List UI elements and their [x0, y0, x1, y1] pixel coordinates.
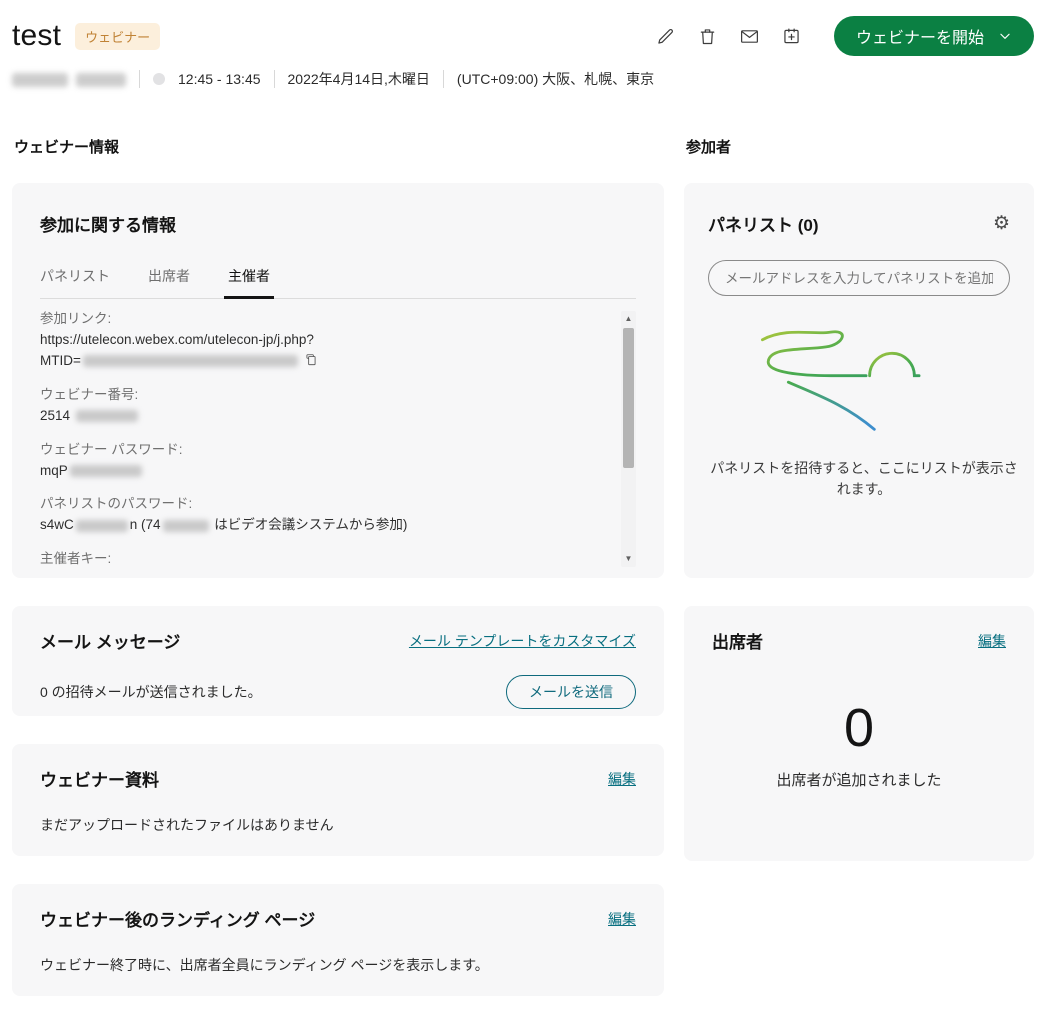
- copy-icon[interactable]: [304, 353, 318, 367]
- divider: [139, 70, 140, 88]
- divider: [443, 70, 444, 88]
- panelist-password-prefix: s4wC: [40, 517, 74, 532]
- page-title: test: [12, 19, 61, 53]
- join-info-card: 参加に関する情報 パネリスト 出席者 主催者 参加リンク: https://ut…: [12, 183, 664, 578]
- landing-edit-link[interactable]: 編集: [608, 909, 636, 929]
- chevron-down-icon: [998, 29, 1012, 43]
- scroll-down-icon[interactable]: ▼: [625, 552, 633, 566]
- send-email-button[interactable]: メールを送信: [506, 675, 636, 709]
- webinar-password-label: ウェビナー パスワード:: [40, 440, 606, 461]
- panelist-card: パネリスト (0) ⚙: [684, 183, 1034, 578]
- panelist-password-value: s4wC n (74 はビデオ会議システムから参加): [40, 515, 606, 536]
- add-to-calendar-button[interactable]: [776, 20, 808, 52]
- header: test ウェビナー: [12, 14, 1034, 58]
- email-card-title: メール メッセージ: [40, 628, 180, 653]
- join-link-field: 参加リンク: https://utelecon.webex.com/utelec…: [40, 309, 606, 372]
- panelist-password-mid: n (74: [130, 517, 161, 532]
- header-actions: ウェビナーを開始: [650, 16, 1034, 56]
- panelist-password-suffix: はビデオ会議システムから参加): [211, 517, 408, 532]
- join-info-content: 参加リンク: https://utelecon.webex.com/utelec…: [40, 309, 636, 570]
- redacted-text: [76, 410, 138, 422]
- redacted-text: [83, 355, 298, 367]
- delete-button[interactable]: [692, 20, 724, 52]
- date: 2022年4月14日,木曜日: [288, 69, 430, 89]
- webinar-password-prefix: mqP: [40, 463, 68, 478]
- edit-button[interactable]: [650, 20, 682, 52]
- landing-description: ウェビナー終了時に、出席者全員にランディング ページを表示します。: [40, 955, 636, 975]
- time-range: 12:45 - 13:45: [178, 71, 261, 87]
- attendee-edit-link[interactable]: 編集: [978, 631, 1006, 651]
- panelist-password-field: パネリストのパスワード: s4wC n (74 はビデオ会議システムから参加): [40, 494, 606, 536]
- materials-edit-link[interactable]: 編集: [608, 769, 636, 789]
- join-info-tabs: パネリスト 出席者 主催者: [40, 266, 636, 299]
- redacted-text: [163, 520, 209, 532]
- panelist-card-title: パネリスト (0): [708, 211, 819, 236]
- envelope-icon: [739, 26, 760, 47]
- trash-icon: [697, 26, 718, 47]
- invitations-sent-text: 0 の招待メールが送信されました。: [40, 682, 262, 702]
- status-dot-icon: [153, 73, 165, 85]
- divider: [274, 70, 275, 88]
- host-key-field: 主催者キー:: [40, 549, 606, 570]
- email-button[interactable]: [734, 20, 766, 52]
- timezone: (UTC+09:00) 大阪、札幌、東京: [457, 69, 654, 89]
- materials-card-title: ウェビナー資料: [40, 766, 159, 791]
- join-info-scroll-area: 参加リンク: https://utelecon.webex.com/utelec…: [40, 309, 636, 571]
- redacted-text: [12, 73, 68, 87]
- panelist-email-input[interactable]: [708, 260, 1010, 296]
- webinar-number-field: ウェビナー番号: 2514: [40, 385, 606, 427]
- customize-template-link[interactable]: メール テンプレートをカスタマイズ: [409, 631, 636, 651]
- webinar-password-field: ウェビナー パスワード: mqP: [40, 440, 606, 482]
- tab-panelist[interactable]: パネリスト: [40, 266, 110, 298]
- gear-icon: ⚙: [993, 213, 1010, 234]
- section-title-participants: 参加者: [686, 136, 1034, 157]
- panelist-password-label: パネリストのパスワード:: [40, 494, 606, 515]
- landing-card-title: ウェビナー後のランディング ページ: [40, 906, 315, 931]
- webinar-number-label: ウェビナー番号:: [40, 385, 606, 406]
- join-link-label: 参加リンク:: [40, 309, 606, 330]
- join-info-title: 参加に関する情報: [40, 211, 636, 236]
- calendar-plus-icon: [781, 26, 802, 47]
- attendee-count: 0: [712, 701, 1006, 755]
- tab-attendee[interactable]: 出席者: [148, 266, 190, 298]
- host-key-label: 主催者キー:: [40, 549, 606, 570]
- webinar-info-column: ウェビナー情報 参加に関する情報 パネリスト 出席者 主催者 参加リンク: ht…: [12, 136, 664, 1024]
- webinar-materials-card: ウェビナー資料 編集 まだアップロードされたファイルはありません: [12, 744, 664, 856]
- attendee-count-caption: 出席者が追加されました: [712, 769, 1006, 790]
- section-title-webinar-info: ウェビナー情報: [14, 136, 664, 157]
- webinar-meta-bar: 12:45 - 13:45 2022年4月14日,木曜日 (UTC+09:00)…: [12, 68, 1034, 90]
- tab-host[interactable]: 主催者: [228, 266, 270, 298]
- webinar-password-value: mqP: [40, 461, 606, 482]
- participants-column: 参加者 パネリスト (0) ⚙: [684, 136, 1034, 889]
- webinar-type-badge: ウェビナー: [75, 23, 160, 50]
- post-webinar-landing-card: ウェビナー後のランディング ページ 編集 ウェビナー終了時に、出席者全員にランデ…: [12, 884, 664, 996]
- attendee-card-title: 出席者: [712, 628, 763, 653]
- join-link-mtid-prefix: MTID=: [40, 353, 81, 368]
- attendee-card: 出席者 編集 0 出席者が追加されました: [684, 606, 1034, 861]
- redacted-text: [76, 520, 128, 532]
- scroll-up-icon[interactable]: ▲: [625, 312, 633, 326]
- redacted-text: [76, 73, 126, 87]
- join-link-value: https://utelecon.webex.com/utelecon-jp/j…: [40, 330, 606, 372]
- panelist-settings-button[interactable]: ⚙: [993, 214, 1010, 233]
- pencil-icon: [655, 26, 676, 47]
- join-link-url: https://utelecon.webex.com/utelecon-jp/j…: [40, 332, 314, 347]
- host-name-redacted: [12, 71, 126, 87]
- start-webinar-button[interactable]: ウェビナーを開始: [834, 16, 1034, 56]
- webinar-number-value: 2514: [40, 406, 606, 427]
- scrollbar-thumb[interactable]: [623, 328, 634, 468]
- panelist-empty-text: パネリストを招待すると、ここにリストが表示されます。: [708, 458, 1020, 500]
- start-webinar-label: ウェビナーを開始: [856, 24, 984, 48]
- scrollbar: ▲ ▼: [621, 311, 636, 567]
- materials-empty-text: まだアップロードされたファイルはありません: [40, 815, 636, 835]
- email-message-card: メール メッセージ メール テンプレートをカスタマイズ 0 の招待メールが送信さ…: [12, 606, 664, 716]
- redacted-text: [70, 465, 142, 477]
- flag-hill-illustration: [753, 322, 965, 440]
- webinar-number-prefix: 2514: [40, 408, 74, 423]
- webinar-detail-page: test ウェビナー: [0, 0, 1046, 1024]
